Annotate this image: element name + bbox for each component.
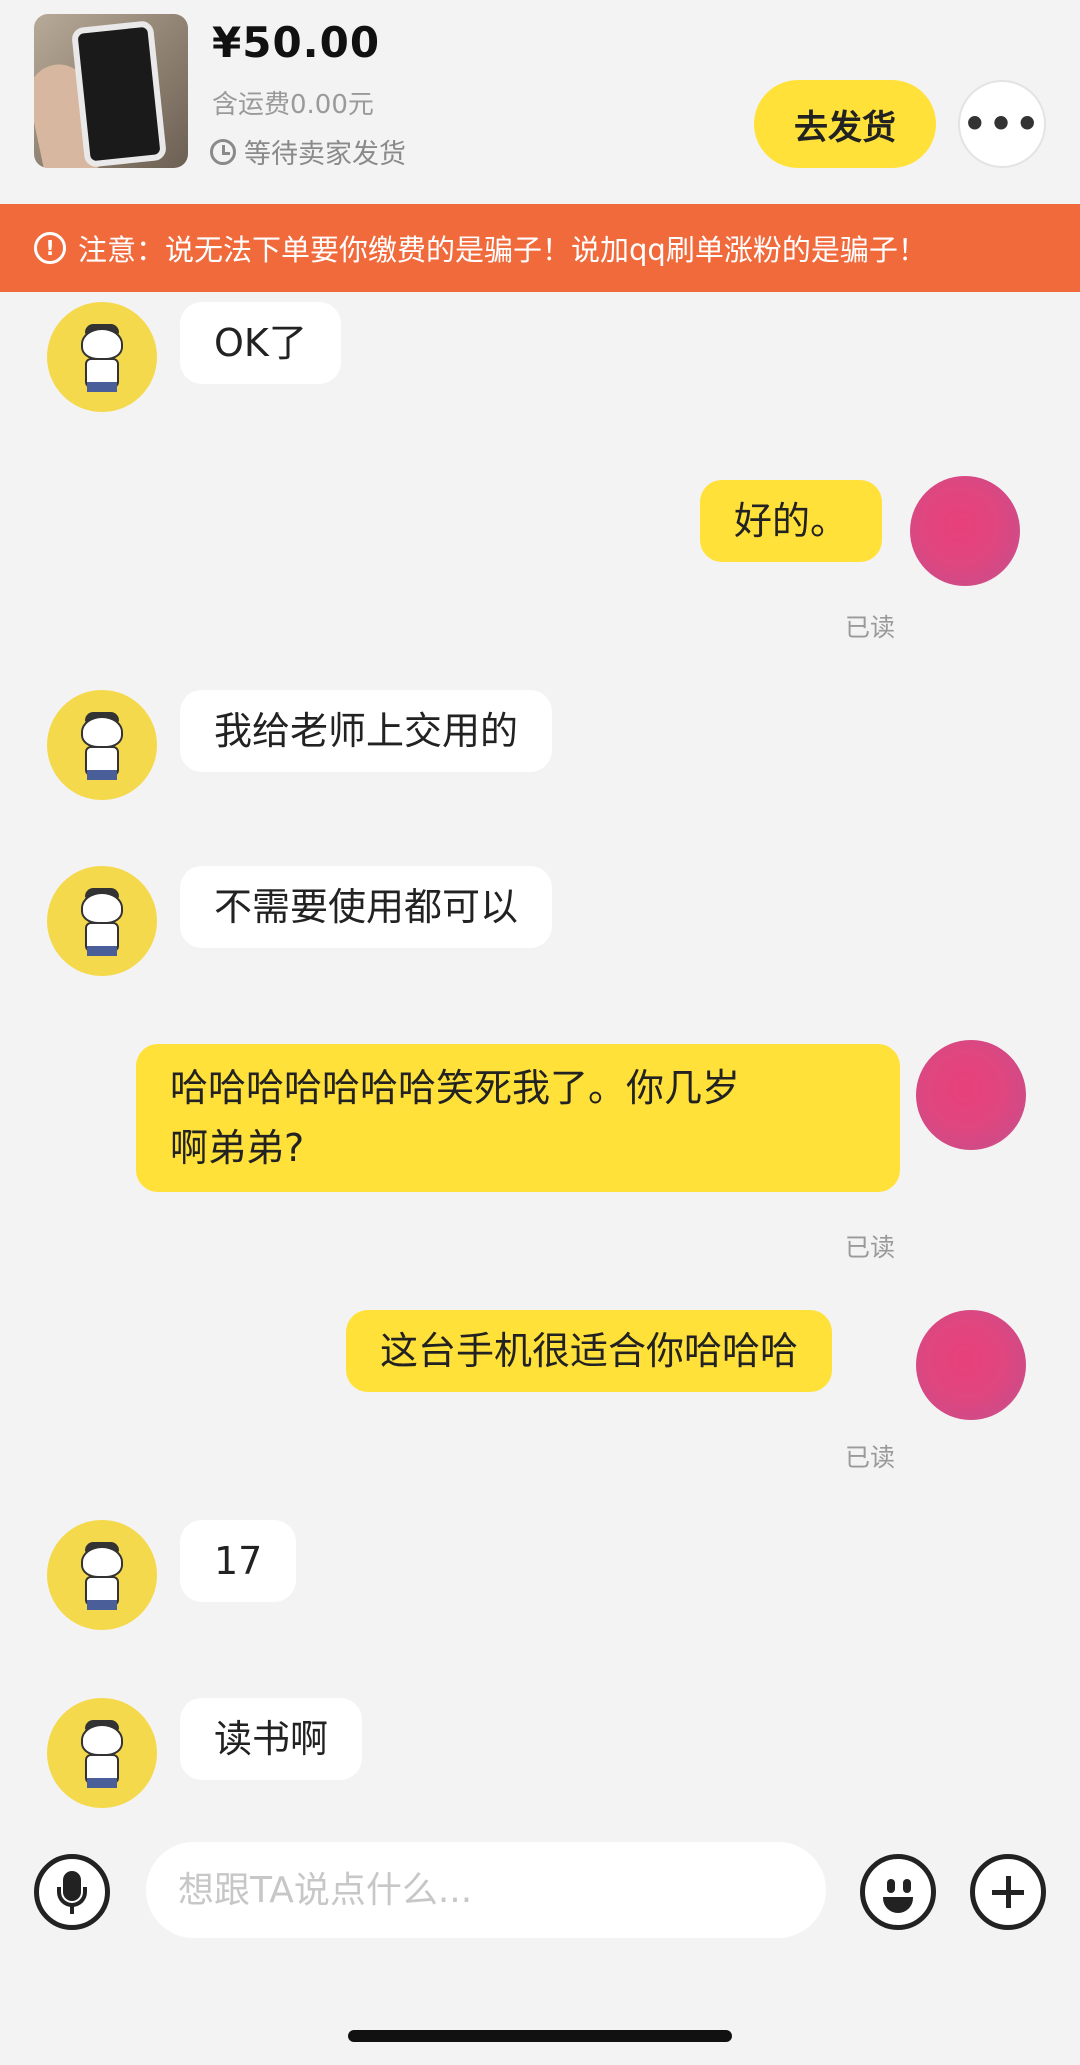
more-options-button[interactable]: ••• xyxy=(958,80,1046,168)
avatar-shorts-shape xyxy=(87,382,117,392)
seller-avatar[interactable] xyxy=(47,1698,157,1808)
avatar-head-shape xyxy=(81,716,123,748)
message-line: 啊弟弟? xyxy=(170,1126,305,1170)
message-bubble[interactable]: 哈哈哈哈哈哈哈笑死我了。你几岁 啊弟弟? xyxy=(136,1044,900,1192)
order-status: 等待卖家发货 xyxy=(210,132,406,171)
emoji-eye-shape xyxy=(887,1879,895,1893)
shipping-fee: 含运费0.00元 xyxy=(212,90,374,120)
user-avatar[interactable] xyxy=(910,476,1020,586)
message-input-bar xyxy=(0,1836,1080,1946)
avatar-shorts-shape xyxy=(87,946,117,956)
read-receipt: 已读 xyxy=(845,1233,896,1262)
seller-avatar[interactable] xyxy=(47,302,157,412)
warning-text: 注意：说无法下单要你缴费的是骗子！说加qq刷单涨粉的是骗子！ xyxy=(78,233,927,267)
home-indicator[interactable] xyxy=(348,2030,732,2042)
emoji-mouth-shape xyxy=(883,1897,913,1913)
message-input[interactable] xyxy=(146,1842,826,1938)
avatar-head-shape xyxy=(81,1546,123,1578)
avatar-head-shape xyxy=(81,892,123,924)
mic-stem-shape xyxy=(70,1906,74,1914)
plus-icon[interactable] xyxy=(970,1854,1046,1930)
order-price: ¥50.00 xyxy=(212,18,381,67)
microphone-icon[interactable] xyxy=(34,1854,110,1930)
warning-icon: ! xyxy=(34,232,66,264)
seller-avatar[interactable] xyxy=(47,1520,157,1630)
scam-warning-banner: ! 注意：说无法下单要你缴费的是骗子！说加qq刷单涨粉的是骗子！ xyxy=(0,204,1080,292)
message-bubble[interactable]: 我给老师上交用的 xyxy=(180,690,553,772)
seller-avatar[interactable] xyxy=(47,690,157,800)
emoji-eye-shape xyxy=(903,1879,911,1893)
avatar-head-shape xyxy=(81,328,123,360)
user-avatar[interactable] xyxy=(916,1310,1026,1420)
avatar-shorts-shape xyxy=(87,1778,117,1788)
message-bubble[interactable]: 读书啊 xyxy=(180,1698,363,1780)
seller-avatar[interactable] xyxy=(47,866,157,976)
message-bubble[interactable]: 不需要使用都可以 xyxy=(180,866,553,948)
order-status-label: 等待卖家发货 xyxy=(244,139,406,170)
message-line: 哈哈哈哈哈哈哈笑死我了。你几岁 xyxy=(170,1066,741,1110)
user-avatar[interactable] xyxy=(916,1040,1026,1150)
read-receipt: 已读 xyxy=(845,613,896,642)
message-bubble[interactable]: 好的。 xyxy=(700,480,883,562)
mic-stand-shape xyxy=(57,1887,87,1907)
order-header: ¥50.00 含运费0.00元 等待卖家发货 去发货 ••• xyxy=(0,0,1080,200)
avatar-shorts-shape xyxy=(87,1600,117,1610)
message-bubble[interactable]: OK了 xyxy=(180,302,341,384)
message-bubble[interactable]: 这台手机很适合你哈哈哈 xyxy=(346,1310,833,1392)
message-bubble[interactable]: 17 xyxy=(180,1520,297,1602)
product-thumbnail[interactable] xyxy=(34,14,188,168)
avatar-head-shape xyxy=(81,1724,123,1756)
read-receipt: 已读 xyxy=(845,1443,896,1472)
avatar-shorts-shape xyxy=(87,770,117,780)
emoji-icon[interactable] xyxy=(860,1854,936,1930)
phone-shape xyxy=(70,20,168,168)
ship-button[interactable]: 去发货 xyxy=(754,80,936,168)
clock-icon xyxy=(210,138,236,165)
